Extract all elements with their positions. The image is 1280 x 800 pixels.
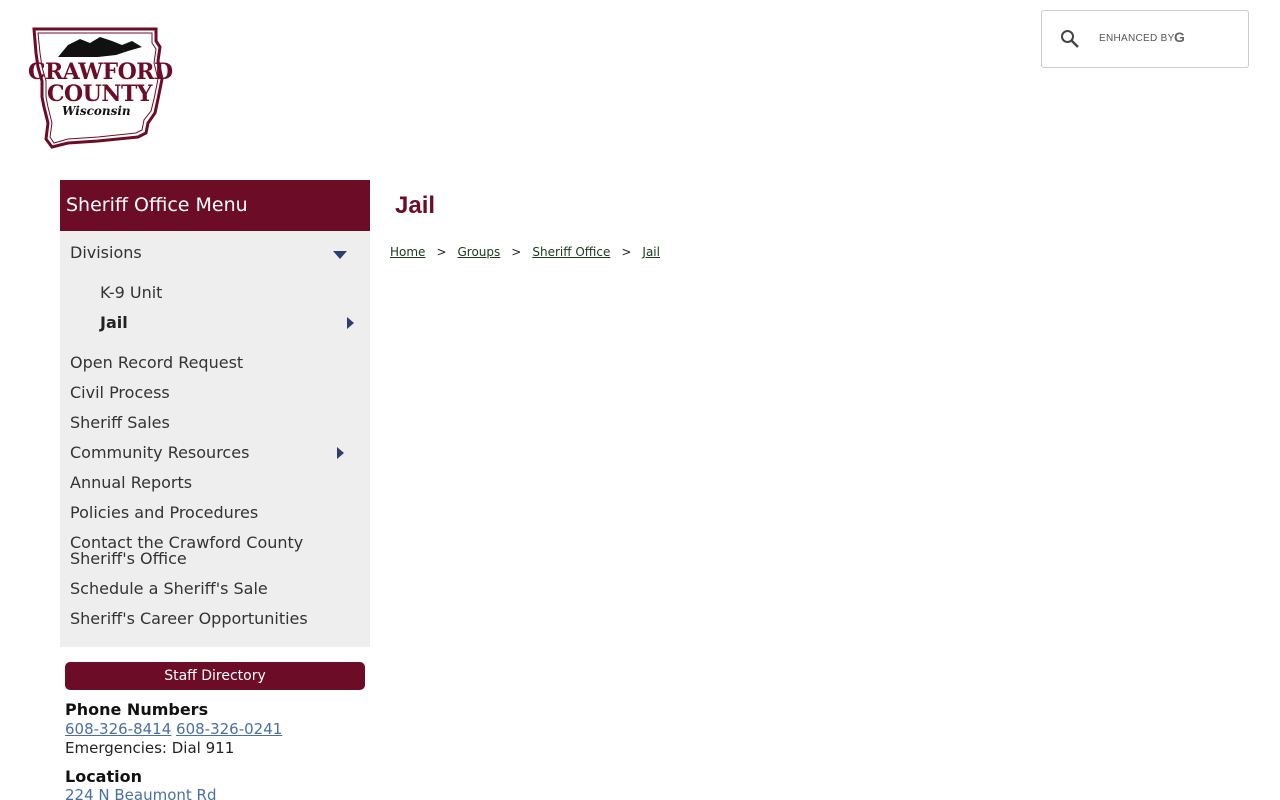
breadcrumb-separator: > bbox=[621, 245, 632, 259]
phone-numbers: 608-326-8414 608-326-0241 bbox=[65, 720, 282, 738]
page-title: Jail bbox=[395, 192, 436, 219]
phone-link-1[interactable]: 608-326-8414 bbox=[65, 720, 171, 738]
county-logo[interactable]: CRAWFORD COUNTY Wisconsin bbox=[28, 27, 173, 149]
sidebar-item-annual-reports[interactable]: Annual Reports bbox=[70, 473, 192, 492]
sidebar: Sheriff Office Menu Divisions K-9 Unit J… bbox=[60, 180, 370, 647]
breadcrumb-separator: > bbox=[511, 245, 522, 259]
address-link[interactable]: 224 N Beaumont Rd bbox=[65, 786, 217, 800]
breadcrumb-separator: > bbox=[436, 245, 447, 259]
sidebar-item-divisions[interactable]: Divisions bbox=[70, 243, 142, 262]
page: CRAWFORD COUNTY Wisconsin ENHANCED BY G … bbox=[0, 0, 1280, 800]
chevron-right-icon[interactable] bbox=[337, 447, 344, 459]
chevron-down-icon[interactable] bbox=[333, 251, 347, 259]
google-icon: G bbox=[1174, 29, 1185, 45]
emergency-text: Emergencies: Dial 911 bbox=[65, 739, 235, 757]
sidebar-item-policies-procedures[interactable]: Policies and Procedures bbox=[70, 503, 258, 522]
breadcrumb-jail[interactable]: Jail bbox=[642, 245, 660, 259]
phone-heading: Phone Numbers bbox=[65, 700, 209, 719]
breadcrumb-home[interactable]: Home bbox=[390, 245, 425, 259]
sidebar-item-career-opportunities[interactable]: Sheriff's Career Opportunities bbox=[70, 609, 308, 628]
chevron-right-icon[interactable] bbox=[347, 317, 354, 329]
sidebar-item-k9-unit[interactable]: K-9 Unit bbox=[100, 283, 162, 302]
search-icon[interactable] bbox=[1060, 29, 1080, 49]
sidebar-title: Sheriff Office Menu bbox=[60, 180, 370, 231]
phone-link-2[interactable]: 608-326-0241 bbox=[176, 720, 282, 738]
breadcrumb: Home > Groups > Sheriff Office > Jail bbox=[390, 245, 660, 259]
sidebar-item-sheriff-sales[interactable]: Sheriff Sales bbox=[70, 413, 170, 432]
address-text: 224 N Beaumont Rd bbox=[65, 786, 217, 800]
location-heading: Location bbox=[65, 767, 142, 786]
logo-text-wisconsin: Wisconsin bbox=[62, 104, 131, 118]
sidebar-item-schedule-sale[interactable]: Schedule a Sheriff's Sale bbox=[70, 579, 268, 598]
sidebar-item-civil-process[interactable]: Civil Process bbox=[70, 383, 170, 402]
breadcrumb-sheriff-office[interactable]: Sheriff Office bbox=[532, 245, 610, 259]
search-box[interactable]: ENHANCED BY G bbox=[1041, 10, 1249, 68]
breadcrumb-groups[interactable]: Groups bbox=[458, 245, 501, 259]
sidebar-item-open-record-request[interactable]: Open Record Request bbox=[70, 353, 243, 372]
staff-directory-button[interactable]: Staff Directory bbox=[65, 662, 365, 690]
sidebar-item-community-resources[interactable]: Community Resources bbox=[70, 443, 249, 462]
sidebar-menu: Divisions K-9 Unit Jail Open Record Requ… bbox=[60, 231, 370, 647]
enhanced-by-label: ENHANCED BY bbox=[1099, 33, 1175, 44]
sidebar-item-contact[interactable]: Contact the Crawford County Sheriff's Of… bbox=[70, 535, 330, 567]
sidebar-item-jail[interactable]: Jail bbox=[100, 313, 128, 332]
